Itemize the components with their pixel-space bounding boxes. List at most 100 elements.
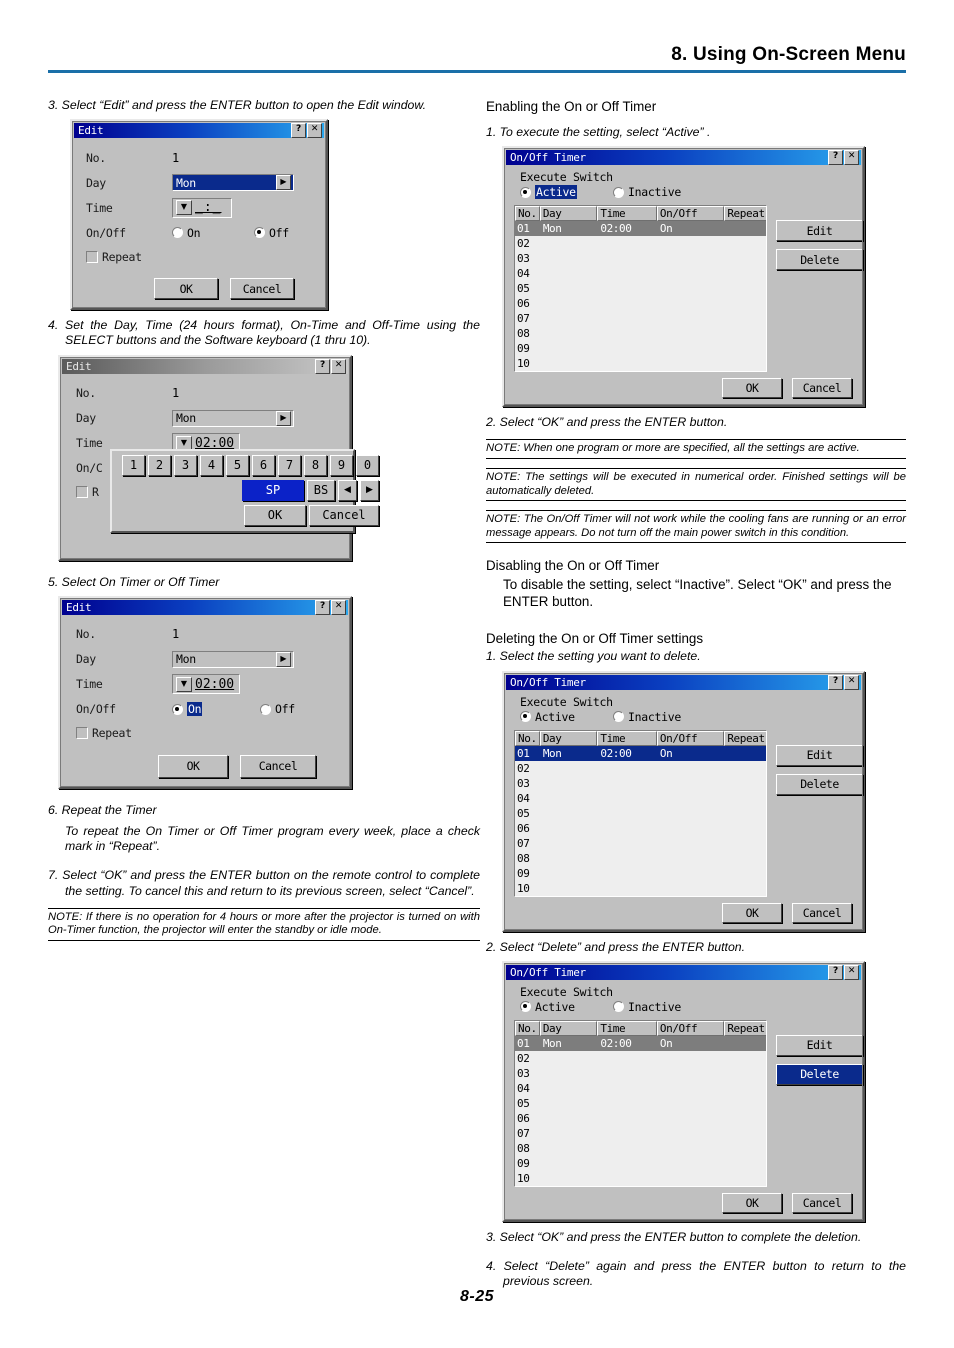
close-icon[interactable]: ✕ [331,599,346,615]
radio-inactive[interactable]: Inactive [613,1000,681,1014]
table-row[interactable]: 08 [515,851,766,866]
table-row[interactable]: 10 [515,356,766,371]
titlebar[interactable]: On/Off Timer ? ✕ [506,964,861,980]
radio-on[interactable]: On [172,702,260,717]
table-row[interactable]: 04 [515,266,766,281]
cancel-button[interactable]: Cancel [792,378,852,399]
ok-button[interactable]: OK [158,754,228,778]
table-row[interactable]: 10 [515,1171,766,1186]
help-icon[interactable]: ? [828,964,843,980]
chevron-right-icon[interactable]: ▶ [276,651,291,667]
table-row[interactable]: 03 [515,1066,766,1081]
onoff-timer-dialog-3[interactable]: On/Off Timer ? ✕ Execute Switch Active I… [502,960,865,1222]
radio-inactive[interactable]: Inactive [613,710,681,724]
ok-button[interactable]: OK [722,902,782,923]
table-row[interactable]: 02 [515,1051,766,1066]
help-icon[interactable]: ? [315,599,330,615]
table-row[interactable]: 05 [515,1096,766,1111]
close-icon[interactable]: ✕ [844,150,859,166]
repeat-checkbox[interactable] [76,727,88,740]
table-row[interactable]: 04 [515,791,766,806]
table-row[interactable]: 06 [515,821,766,836]
radio-active[interactable]: Active [520,1000,613,1014]
close-icon[interactable]: ✕ [307,123,322,139]
close-icon[interactable]: ✕ [844,964,859,980]
timer-listbox[interactable]: No. Day Time On/Off Repeat 01 Mon 02:00 … [514,205,767,373]
delete-button[interactable]: Delete [776,773,863,795]
edit-button[interactable]: Edit [776,220,863,242]
table-row[interactable]: 01 Mon 02:00 On [515,745,766,761]
chevron-down-icon[interactable]: ▼ [176,676,192,692]
table-row[interactable]: 07 [515,1126,766,1141]
radio-on[interactable]: On [172,226,254,240]
table-row[interactable]: 06 [515,1111,766,1126]
key-space[interactable]: SP [242,479,304,501]
table-row[interactable]: 07 [515,311,766,326]
edit-button[interactable]: Edit [776,1034,863,1056]
onoff-timer-dialog-2[interactable]: On/Off Timer ? ✕ Execute Switch Active I… [502,670,865,932]
cancel-button[interactable]: Cancel [792,1192,852,1213]
repeat-checkbox[interactable] [76,486,88,499]
day-select[interactable]: Mon ▶ [172,409,294,427]
repeat-checkbox[interactable] [86,250,98,263]
table-row[interactable]: 02 [515,236,766,251]
edit-dialog-1[interactable]: Edit ? ✕ No. 1 Day Mon ▶ Time ▼ _:_ On/O… [70,119,328,311]
row-repeat[interactable]: Repeat [76,722,340,745]
help-icon[interactable]: ? [291,123,306,139]
table-row[interactable]: 02 [515,761,766,776]
table-row[interactable]: 08 [515,326,766,341]
key-9[interactable]: 9 [330,454,353,476]
table-row[interactable]: 01 Mon 02:00 On [515,1035,766,1051]
radio-inactive[interactable]: Inactive [613,185,681,199]
table-row[interactable]: 04 [515,1081,766,1096]
ok-button[interactable]: OK [722,378,782,399]
timer-listbox[interactable]: No. Day Time On/Off Repeat 01 Mon 02:00 … [514,729,767,897]
titlebar[interactable]: Edit ? ✕ [62,599,348,615]
help-icon[interactable]: ? [315,358,330,374]
key-8[interactable]: 8 [304,454,327,476]
radio-off[interactable]: Off [260,702,295,716]
software-keyboard[interactable]: 1 2 3 4 5 6 7 8 9 0 SP BS ◀ ▶ OK Cancel [110,448,379,533]
chevron-right-icon[interactable]: ▶ [276,175,291,191]
table-row[interactable]: 05 [515,806,766,821]
titlebar[interactable]: On/Off Timer ? ✕ [506,674,861,690]
keyboard-cancel-button[interactable]: Cancel [309,504,379,526]
onoff-timer-dialog-1[interactable]: On/Off Timer ? ✕ Execute Switch Active I… [502,146,865,408]
titlebar[interactable]: Edit ? ✕ [62,358,348,374]
arrow-left-icon[interactable]: ◀ [338,479,357,501]
cancel-button[interactable]: Cancel [792,902,852,923]
radio-off[interactable]: Off [254,226,289,240]
help-icon[interactable]: ? [828,150,843,166]
key-backspace[interactable]: BS [307,479,335,501]
delete-button[interactable]: Delete [776,1063,863,1085]
key-4[interactable]: 4 [200,454,223,476]
keyboard-ok-button[interactable]: OK [244,504,306,526]
key-6[interactable]: 6 [252,454,275,476]
day-select[interactable]: Mon ▶ [172,650,294,668]
table-row[interactable]: 01 Mon 02:00 On [515,221,766,237]
edit-button[interactable]: Edit [776,744,863,766]
table-row[interactable]: 09 [515,341,766,356]
table-row[interactable]: 03 [515,776,766,791]
ok-button[interactable]: OK [154,278,218,300]
key-3[interactable]: 3 [174,454,197,476]
radio-active[interactable]: Active [520,710,613,724]
help-icon[interactable]: ? [828,674,843,690]
delete-button[interactable]: Delete [776,249,863,271]
edit-dialog-3[interactable]: Edit ? ✕ No. 1 Day Mon ▶ Time ▼ 02:00 On… [58,595,352,789]
table-row[interactable]: 10 [515,881,766,896]
table-row[interactable]: 08 [515,1141,766,1156]
table-row[interactable]: 07 [515,836,766,851]
key-2[interactable]: 2 [148,454,171,476]
key-1[interactable]: 1 [122,454,145,476]
chevron-right-icon[interactable]: ▶ [276,410,291,426]
key-5[interactable]: 5 [226,454,249,476]
close-icon[interactable]: ✕ [331,358,346,374]
table-row[interactable]: 03 [515,251,766,266]
row-repeat[interactable]: Repeat [86,245,316,268]
table-row[interactable]: 09 [515,1156,766,1171]
table-row[interactable]: 09 [515,866,766,881]
table-row[interactable]: 06 [515,296,766,311]
key-7[interactable]: 7 [278,454,301,476]
radio-active[interactable]: Active [520,185,613,200]
